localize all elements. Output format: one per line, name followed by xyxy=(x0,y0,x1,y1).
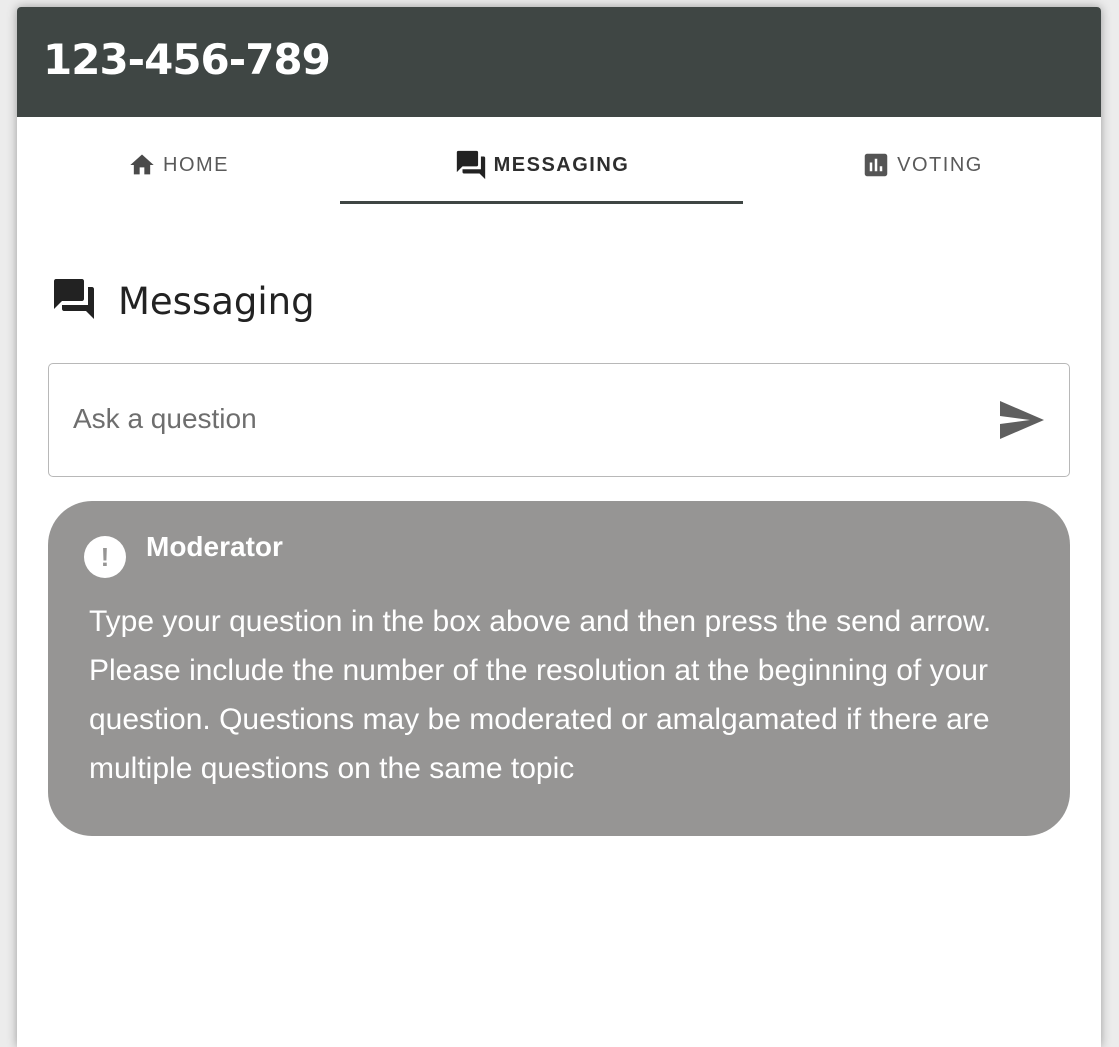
message-text: Type your question in the box above and … xyxy=(89,605,992,785)
app-panel: 123-456-789 HOME MESSAGING VOTING Messag… xyxy=(17,7,1101,1047)
alert-icon: ! xyxy=(84,536,126,578)
send-button[interactable] xyxy=(997,400,1047,444)
tab-voting-label: VOTING xyxy=(897,153,983,176)
chat-icon xyxy=(50,275,98,328)
message-author: Moderator xyxy=(146,531,283,562)
tab-home-label: HOME xyxy=(163,153,229,176)
chat-icon xyxy=(454,148,488,182)
active-tab-indicator xyxy=(340,201,743,204)
section-heading: Messaging xyxy=(50,275,315,328)
question-input[interactable] xyxy=(71,390,975,448)
header-bar: 123-456-789 xyxy=(17,7,1101,117)
meeting-id: 123-456-789 xyxy=(43,35,331,84)
bar-chart-icon xyxy=(861,150,891,180)
send-icon xyxy=(998,400,1046,445)
tab-messaging-label: MESSAGING xyxy=(493,153,630,176)
tab-bar: HOME MESSAGING VOTING xyxy=(17,117,1101,213)
tab-home[interactable]: HOME xyxy=(17,117,339,213)
tab-messaging[interactable]: MESSAGING xyxy=(340,117,743,213)
moderator-message: ! Moderator Type your question in the bo… xyxy=(48,501,1070,836)
home-icon xyxy=(127,151,157,179)
page-title: Messaging xyxy=(118,280,315,323)
question-box xyxy=(48,363,1070,477)
tab-voting[interactable]: VOTING xyxy=(743,117,1101,213)
